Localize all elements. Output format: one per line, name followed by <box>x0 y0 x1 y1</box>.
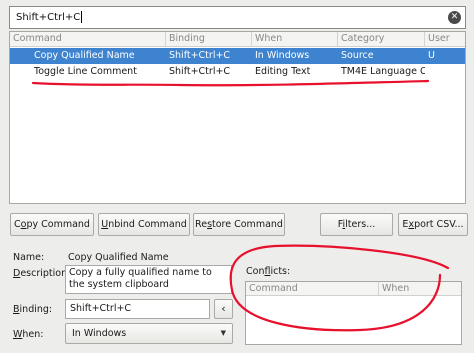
table-row[interactable]: Toggle Line Comment Shift+Ctrl+C Editing… <box>10 64 465 80</box>
export-csv-button[interactable]: Export CSV... <box>398 213 468 236</box>
clear-icon[interactable]: ✕ <box>448 11 461 24</box>
column-header-user[interactable]: User <box>425 32 467 46</box>
name-label: Name: <box>13 252 45 263</box>
cell-user: U <box>428 50 435 61</box>
unbind-command-button[interactable]: Unbind Command <box>98 213 190 236</box>
binding-field[interactable]: Shift+Ctrl+C <box>65 299 210 319</box>
description-text: Copy a fully qualified name to the syste… <box>69 267 212 290</box>
cell-when: In Windows <box>255 50 310 61</box>
filters-button[interactable]: Filters... <box>320 213 393 236</box>
conflicts-table-header: Command When <box>246 282 461 296</box>
chevron-left-icon[interactable]: ‹ <box>214 299 233 319</box>
conflicts-table[interactable]: Command When <box>245 281 462 345</box>
cell-binding: Shift+Ctrl+C <box>169 50 231 61</box>
binding-value: Shift+Ctrl+C <box>70 303 132 314</box>
cell-binding: Shift+Ctrl+C <box>169 66 231 77</box>
when-label: When: <box>13 329 44 340</box>
conflicts-label: Conflicts: <box>246 266 291 277</box>
description-field[interactable]: Copy a fully qualified name to the syste… <box>65 265 232 294</box>
column-header-binding[interactable]: Binding <box>166 32 252 46</box>
column-header-command[interactable]: Command <box>10 32 166 46</box>
cell-category: Source <box>341 50 374 61</box>
cell-category: TM4E Language Co <box>341 66 425 77</box>
filter-text: Shift+Ctrl+C <box>16 12 81 23</box>
cell-command: Copy Qualified Name <box>34 50 135 61</box>
description-label: Description: <box>13 268 71 279</box>
restore-command-button[interactable]: Restore Command <box>193 213 285 236</box>
copy-command-button[interactable]: Copy Command <box>10 213 94 236</box>
name-value: Copy Qualified Name <box>68 252 169 263</box>
text-caret <box>81 11 83 23</box>
column-header-category[interactable]: Category <box>338 32 425 46</box>
cell-command: Toggle Line Comment <box>34 66 137 77</box>
table-row[interactable]: Copy Qualified Name Shift+Ctrl+C In Wind… <box>10 48 465 64</box>
dropdown-arrow-icon: ▼ <box>220 329 226 337</box>
keybindings-table[interactable]: Command Binding When Category User Copy … <box>9 31 466 204</box>
when-select[interactable]: In Windows ▼ <box>65 323 233 344</box>
cell-when: Editing Text <box>255 66 311 77</box>
table-header: Command Binding When Category User <box>10 32 465 47</box>
column-header-when[interactable]: When <box>252 32 338 46</box>
binding-label: Binding: <box>13 304 53 315</box>
cell-user <box>425 64 467 80</box>
conflicts-header-when[interactable]: When <box>379 282 463 295</box>
conflicts-header-command[interactable]: Command <box>246 282 379 295</box>
filter-input[interactable]: Shift+Ctrl+C ✕ <box>9 6 466 29</box>
when-value: In Windows <box>72 328 127 339</box>
